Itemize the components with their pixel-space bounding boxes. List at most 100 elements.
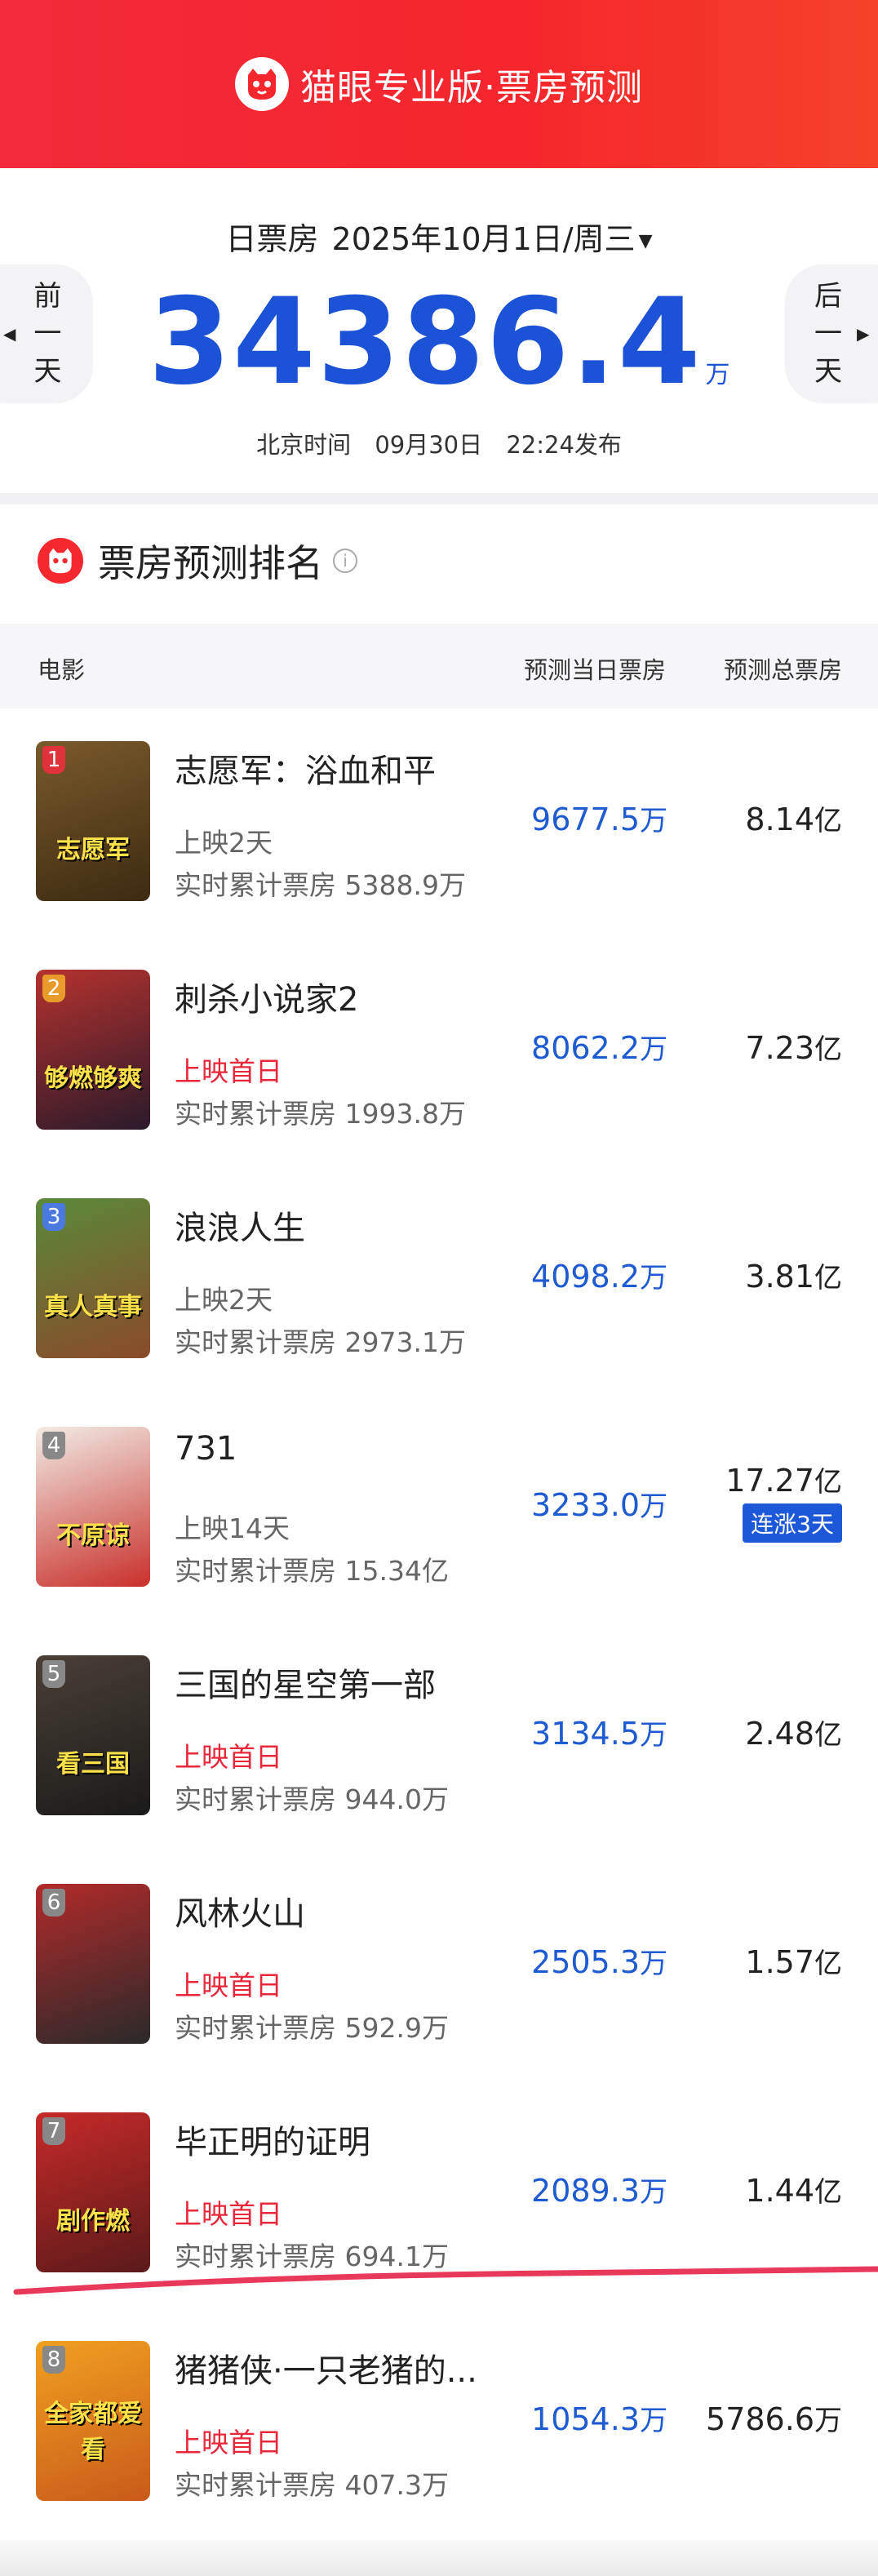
daily-value: 3233.0 — [531, 1487, 640, 1523]
release-status: 上映首日 — [175, 2427, 282, 2458]
total-value: 2.48 — [745, 1716, 814, 1752]
info-icon[interactable]: i — [333, 549, 357, 573]
next-day-char: 天 — [814, 355, 842, 388]
boxoffice-value: 34386.4 — [148, 273, 703, 411]
date-label: 日票房 — [225, 221, 319, 257]
table-row[interactable]: 剧作燃 7 毕正明的证明 上映首日 实时累计票房 694.1万 2089.3万 … — [0, 2112, 878, 2341]
movie-poster[interactable]: 全家都爱看 8 — [36, 2341, 150, 2501]
movie-name[interactable]: 风林火山 — [175, 1887, 305, 1934]
daily-boxoffice-summary: ◀ 前 一 天 日票房 2025年10月1日/周三 ▼ 34386.4 万 北京时间 … — [0, 168, 878, 493]
poster-text: 看三国 — [56, 1750, 130, 1779]
next-day-button[interactable]: 后 一 天 ▶ — [785, 264, 878, 403]
forecast-total: 8.14亿 — [745, 798, 842, 838]
total-unit: 亿 — [814, 1719, 842, 1752]
forecast-daily: 1054.3万 — [531, 2398, 667, 2438]
movie-poster[interactable]: 真人真事 3 — [36, 1198, 150, 1358]
table-row[interactable]: 真人真事 3 浪浪人生 上映2天 实时累计票房 2973.1万 4098.2万 … — [0, 1198, 878, 1427]
movie-name[interactable]: 猪猪侠·一只老猪的... — [175, 2344, 477, 2392]
rank-badge: 8 — [42, 2346, 65, 2374]
next-day-char: 一 — [814, 318, 842, 350]
ranking-header: 票房预测排名 i — [38, 534, 357, 588]
table-header: 电影 预测当日票房 预测总票房 — [0, 624, 878, 708]
daily-unit: 万 — [640, 1948, 667, 1980]
total-value: 8.14 — [745, 802, 814, 837]
daily-value: 1054.3 — [531, 2401, 640, 2437]
rank-badge: 7 — [42, 2117, 65, 2145]
forecast-total: 17.27亿 — [725, 1459, 842, 1499]
forecast-ranking-panel: 票房预测排名 i 电影 预测当日票房 预测总票房 志愿军 1 志愿军：浴血和平 … — [0, 504, 878, 2576]
chevron-down-icon: ▼ — [638, 231, 653, 251]
daily-unit: 万 — [640, 1262, 667, 1295]
movie-poster[interactable]: 志愿军 1 — [36, 741, 150, 901]
realtime-accum: 实时累计票房 407.3万 — [175, 2469, 449, 2501]
total-value: 7.23 — [745, 1030, 814, 1066]
movie-poster[interactable]: 剧作燃 7 — [36, 2112, 150, 2272]
table-row[interactable]: 够燃够爽 2 刺杀小说家2 上映首日 实时累计票房 1993.8万 8062.2… — [0, 970, 878, 1198]
total-unit: 亿 — [814, 1948, 842, 1980]
forecast-daily: 3134.5万 — [531, 1712, 667, 1752]
release-status: 上映首日 — [175, 1970, 282, 2001]
total-unit: 亿 — [814, 805, 842, 837]
daily-unit: 万 — [640, 2405, 667, 2437]
caret-right-icon: ▶ — [857, 324, 870, 344]
movie-poster[interactable]: 够燃够爽 2 — [36, 970, 150, 1130]
table-row[interactable]: 看三国 5 三国的星空第一部 上映首日 实时累计票房 944.0万 3134.5… — [0, 1655, 878, 1884]
release-status: 上映首日 — [175, 1055, 282, 1087]
forecast-daily: 4098.2万 — [531, 1255, 667, 1295]
realtime-accum: 实时累计票房 5388.9万 — [175, 869, 466, 901]
forecast-total: 5786.6万 — [706, 2398, 842, 2438]
release-status: 上映首日 — [175, 2198, 282, 2230]
daily-value: 9677.5 — [531, 802, 640, 837]
app-header: 猫眼专业版·票房预测 — [0, 0, 878, 168]
release-clock: 22:24发布 — [506, 431, 622, 459]
movie-name[interactable]: 浪浪人生 — [175, 1201, 305, 1249]
release-prefix: 北京时间 — [256, 431, 352, 459]
table-row[interactable]: 6 风林火山 上映首日 实时累计票房 592.9万 2505.3万 1.57亿 — [0, 1884, 878, 2112]
movie-name[interactable]: 731 — [175, 1430, 237, 1468]
maoyan-logo-icon — [38, 538, 83, 584]
total-unit: 亿 — [814, 1033, 842, 1066]
total-unit: 万 — [814, 2405, 842, 2437]
movie-name[interactable]: 三国的星空第一部 — [175, 1659, 436, 1706]
forecast-total: 3.81亿 — [745, 1255, 842, 1295]
movie-poster[interactable]: 6 — [36, 1884, 150, 2044]
total-value: 1.44 — [745, 2173, 814, 2209]
forecast-total: 1.44亿 — [745, 2170, 842, 2210]
release-status: 上映2天 — [175, 1284, 273, 1316]
total-unit: 亿 — [814, 1262, 842, 1295]
table-row[interactable]: 全家都爱看 8 猪猪侠·一只老猪的... 上映首日 实时累计票房 407.3万 … — [0, 2341, 878, 2569]
daily-value: 2505.3 — [531, 1944, 640, 1980]
movie-poster[interactable]: 看三国 5 — [36, 1655, 150, 1815]
movie-name[interactable]: 志愿军：浴血和平 — [175, 744, 436, 792]
rank-badge: 4 — [42, 1432, 65, 1459]
rank-badge: 5 — [42, 1660, 65, 1688]
movie-poster[interactable]: 不原谅 4 — [36, 1427, 150, 1587]
movie-name[interactable]: 毕正明的证明 — [175, 2116, 370, 2163]
poster-text: 不原谅 — [56, 1521, 130, 1550]
release-status: 上映14天 — [175, 1512, 290, 1544]
forecast-total: 1.57亿 — [745, 1941, 842, 1981]
trend-badge: 连涨3天 — [743, 1503, 842, 1543]
bottom-fade — [0, 2540, 878, 2576]
release-status: 上映首日 — [175, 1741, 282, 1773]
boxoffice-total: 34386.4 万 — [0, 282, 878, 402]
poster-text: 真人真事 — [44, 1293, 142, 1321]
poster-text: 够燃够爽 — [44, 1064, 142, 1093]
table-row[interactable]: 不原谅 4 731 上映14天 实时累计票房 15.34亿 3233.0万 17… — [0, 1427, 878, 1655]
realtime-accum: 实时累计票房 2973.1万 — [175, 1326, 466, 1358]
date-selector[interactable]: 日票房 2025年10月1日/周三 ▼ — [0, 214, 878, 259]
ranking-title: 票房预测排名 — [98, 541, 323, 585]
forecast-daily: 2089.3万 — [531, 2170, 667, 2210]
daily-unit: 万 — [640, 805, 667, 837]
realtime-accum: 实时累计票房 944.0万 — [175, 1783, 449, 1815]
table-row[interactable]: 志愿军 1 志愿军：浴血和平 上映2天 实时累计票房 5388.9万 9677.… — [0, 741, 878, 970]
column-movie: 电影 — [38, 656, 86, 684]
daily-value: 4098.2 — [531, 1259, 640, 1295]
release-date: 09月30日 — [375, 431, 483, 459]
column-total: 预测总票房 — [723, 656, 842, 684]
movie-name[interactable]: 刺杀小说家2 — [175, 973, 358, 1020]
forecast-total: 7.23亿 — [745, 1027, 842, 1067]
daily-value: 3134.5 — [531, 1716, 640, 1752]
daily-unit: 万 — [640, 1719, 667, 1752]
total-unit: 亿 — [814, 2176, 842, 2209]
